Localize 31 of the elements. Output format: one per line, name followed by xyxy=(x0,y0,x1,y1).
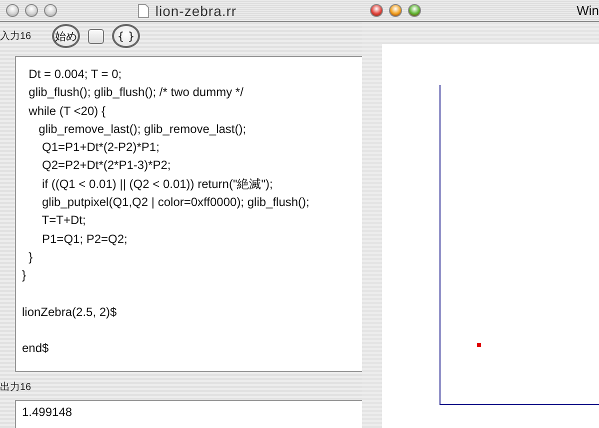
code-line: } xyxy=(28,248,33,266)
code-editor[interactable] xyxy=(15,56,362,372)
document-icon xyxy=(138,4,150,18)
input-label: 入力16 xyxy=(0,30,32,43)
close-button[interactable] xyxy=(6,4,19,17)
window-title: lion-zebra.rr xyxy=(155,2,237,18)
code-line: glib_putpixel(Q1,Q2 | color=0xff0000); glib_flush(); xyxy=(41,194,310,212)
data-point xyxy=(477,343,481,347)
toolbar-button[interactable]: 始め xyxy=(52,24,80,48)
minimize-button[interactable] xyxy=(389,4,402,17)
code-line: glib_flush(); glib_flush(); /* two dummy */ xyxy=(28,84,244,102)
code-line: Dt = 0.004; T = 0; xyxy=(28,66,122,83)
code-line: lionZebra(2.5, 2)$ xyxy=(22,304,117,321)
toolbar-button[interactable]: { } xyxy=(112,24,140,48)
code-line: T=T+Dt; xyxy=(40,212,86,230)
zoom-button[interactable] xyxy=(408,4,421,17)
zoom-button[interactable] xyxy=(44,4,57,17)
code-line: Q2=P2+Dt*(2*P1-3)*P2; xyxy=(41,157,171,174)
code-line: Q1=P1+Dt*(2-P2)*P1; xyxy=(41,139,160,156)
code-line: if ((Q1 < 0.01) || (Q2 < 0.01)) return("絶滅"); xyxy=(41,176,273,193)
toolbar-button[interactable] xyxy=(88,28,104,44)
output-label: 出力16 xyxy=(0,380,32,395)
minimize-button[interactable] xyxy=(25,4,38,17)
code-line: glib_remove_last(); glib_remove_last(); xyxy=(38,120,246,138)
code-line: } xyxy=(22,267,26,284)
close-button[interactable] xyxy=(370,4,383,17)
output-text: 1.499148 xyxy=(22,405,72,419)
code-line: while (T <20) { xyxy=(28,102,106,120)
code-line: P1=Q1; P2=Q2; xyxy=(41,230,128,248)
code-line: end$ xyxy=(22,340,49,358)
window-title: Win xyxy=(576,3,599,18)
